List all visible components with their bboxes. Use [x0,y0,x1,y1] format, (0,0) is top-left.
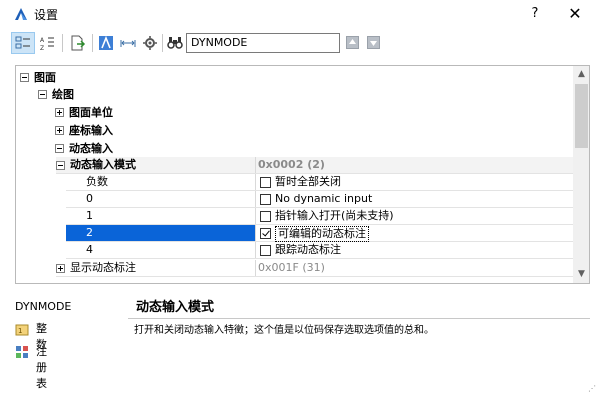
variable-name: DYNMODE [15,300,72,313]
expand-icon[interactable] [55,126,64,135]
option-label: No dynamic input [275,192,373,205]
option-cell: 指针输入打开(尚未支持) [256,208,573,224]
expand-icon[interactable] [55,108,64,117]
export-button[interactable] [66,32,90,54]
app-settings-button[interactable] [94,32,118,54]
tree-node-coordinate-input[interactable]: 座标输入 [16,122,573,139]
collapse-icon[interactable] [55,144,64,153]
tree-node-dynamic-input[interactable]: 动态输入 [16,140,573,157]
info-panel: DYNMODE 1 整数 注册表 动态输入模式 打开和关闭动态输入特徵；这个值是… [0,288,606,400]
tree-node-drawing-units[interactable]: 图面单位 [16,104,573,121]
description-title: 动态输入模式 [136,300,215,315]
toolbar: A Z DYNMODE [0,28,606,60]
description-text: 打开和关闭动态输入特徵；这个值是以位码保存选取选项值的总和。 [134,325,434,336]
categorized-view-icon [15,36,30,49]
option-cell: No dynamic input [256,191,573,207]
tree-node-label: 绘图 [52,88,74,101]
option-cell: 跟踪动态标注 [256,242,573,258]
option-label: 可编辑的动态标注 [275,226,369,242]
title-bar: 设置 ? ✕ [0,0,606,28]
variable-storage-label: 注册表 [36,345,47,390]
window-title: 设置 [34,8,59,22]
export-icon [71,35,86,51]
resize-grip-icon[interactable]: ⋰ [588,385,602,398]
option-bit-value: 1 [66,208,256,224]
search-input[interactable]: DYNMODE [186,33,340,53]
options-button[interactable] [138,32,162,54]
app-logo-icon [15,8,27,20]
svg-text:1: 1 [18,327,22,335]
svg-text:Z: Z [40,45,44,51]
property-value: 0x001F (31) [258,261,325,274]
property-name: 显示动态标注 [70,260,256,276]
dimension-icon [120,40,136,47]
option-cell: 暂时全部关闭 [256,174,573,190]
option-checkbox[interactable] [260,211,271,222]
tree-node-label: 图面 [34,71,56,84]
description-header: 动态输入模式 [128,293,590,319]
sort-az-icon: A Z [40,37,54,51]
alphabetical-view-button[interactable]: A Z [35,32,59,54]
integer-type-icon: 1 [15,324,29,336]
option-checkbox[interactable] [260,177,271,188]
find-button[interactable] [163,32,187,54]
property-row-dynmode[interactable]: 动态输入模式 0x0002 (2) [56,157,573,174]
scroll-up-icon[interactable]: ▲ [577,70,586,79]
collapse-icon[interactable] [56,161,65,170]
app-settings-icon [99,35,113,50]
find-previous-button[interactable] [346,36,359,49]
registry-icon [16,346,28,358]
option-row[interactable]: 负数 暂时全部关闭 [66,174,573,191]
settings-tree: 图面 绘图 图面单位 座标输入 动态输入 动态输入模式 0x0002 (2) 负… [15,65,590,284]
tree-node-label: 座标输入 [69,124,113,137]
option-checkbox[interactable] [260,245,271,256]
property-name: 动态输入模式 [70,157,256,173]
option-row[interactable]: 0 No dynamic input [66,191,573,208]
option-label: 跟踪动态标注 [275,243,341,256]
option-row[interactable]: 4 跟踪动态标注 [66,242,573,259]
option-label: 暂时全部关闭 [275,175,341,188]
property-row-dynamic-dimension[interactable]: 显示动态标注 0x001F (31) [56,260,573,277]
vertical-scrollbar[interactable]: ▲ ▼ [573,66,589,283]
arrow-down-icon [370,41,377,46]
tree-node-drawing[interactable]: 图面 [16,69,573,86]
option-row-selected[interactable]: 2 可编辑的动态标注 [66,225,573,242]
option-bit-value: 2 [66,225,256,241]
option-bit-value: 0 [66,191,256,207]
binoculars-icon [167,37,183,49]
expand-icon[interactable] [56,264,65,273]
scroll-down-icon[interactable]: ▼ [577,270,586,279]
gear-icon [143,36,157,50]
close-button[interactable]: ✕ [564,4,586,24]
arrow-up-icon [349,39,356,44]
tree-node-label: 动态输入 [69,142,113,155]
dimension-button[interactable] [116,32,140,54]
option-label: 指针输入打开(尚未支持) [275,209,394,222]
scroll-thumb[interactable] [575,84,588,148]
categorized-view-button[interactable] [11,32,35,54]
option-checkbox[interactable] [260,194,271,205]
collapse-icon[interactable] [20,73,29,82]
option-row[interactable]: 1 指针输入打开(尚未支持) [66,208,573,225]
collapse-icon[interactable] [38,90,47,99]
toolbar-separator [92,34,93,52]
toolbar-separator [62,34,63,52]
tree-node-draw[interactable]: 绘图 [16,86,573,103]
find-next-button[interactable] [367,36,380,49]
option-cell: 可编辑的动态标注 [256,225,573,242]
option-checkbox-checked[interactable] [260,228,271,239]
tree-node-label: 图面单位 [69,106,113,119]
property-value: 0x0002 (2) [258,158,325,171]
svg-text:A: A [40,37,45,44]
option-bit-value: 4 [66,242,256,258]
help-button[interactable]: ? [524,4,546,24]
option-bit-value: 负数 [66,174,256,190]
